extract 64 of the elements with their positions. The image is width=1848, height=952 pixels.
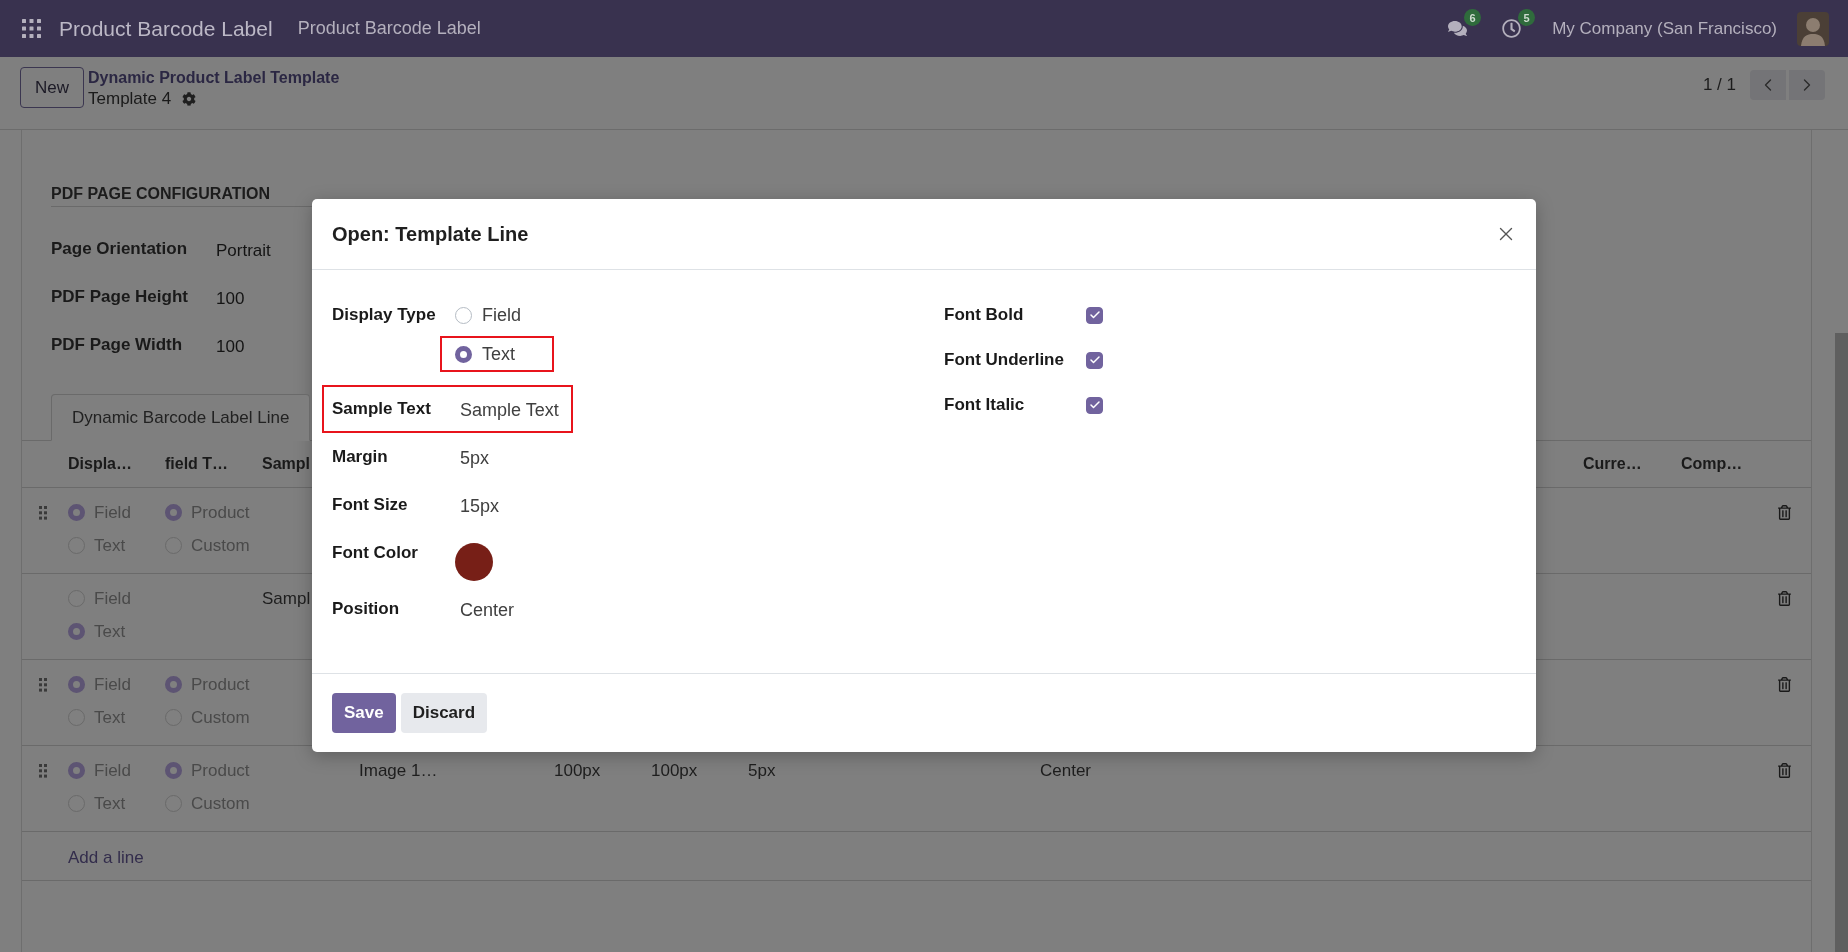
table-cell-text: Center — [1039, 760, 1093, 782]
field-label: Font Italic — [944, 395, 1025, 415]
radio-option[interactable]: Text — [440, 336, 554, 372]
app-name[interactable]: Product Barcode Label — [59, 16, 273, 41]
trash-icon[interactable] — [1778, 505, 1791, 520]
field-value: 100 — [216, 288, 245, 309]
drag-handle-icon[interactable] — [39, 677, 47, 692]
add-line-link[interactable]: Add a line — [68, 844, 144, 868]
settings-icon[interactable] — [182, 91, 197, 106]
check-icon — [1088, 309, 1101, 321]
field-value[interactable]: Sample Text — [455, 387, 559, 431]
nav-menu-item[interactable]: Product Barcode Label — [297, 18, 481, 39]
field-label: Page Orientation — [51, 239, 188, 259]
field-label: Sample Text — [332, 399, 431, 419]
column-header[interactable]: Curre… — [1575, 455, 1673, 473]
breadcrumb-link[interactable]: Dynamic Product Label Template — [88, 67, 340, 88]
field-value[interactable]: 15px — [455, 483, 500, 527]
color-swatch-icon[interactable] — [455, 543, 493, 581]
field-label: Position — [332, 599, 400, 619]
checkbox[interactable] — [1086, 306, 1103, 324]
table-cell-text: 100px — [650, 760, 699, 782]
check-icon — [1088, 354, 1101, 366]
field-label: Font Bold — [944, 305, 1024, 325]
field-value: 100 — [216, 336, 245, 357]
column-header[interactable]: field T… — [157, 455, 254, 473]
trash-icon[interactable] — [1778, 763, 1791, 778]
table-cell-text: 100px — [553, 760, 602, 782]
field-value[interactable]: Center — [455, 587, 515, 631]
checkbox[interactable] — [1086, 396, 1103, 414]
field-label: Font Size — [332, 495, 408, 515]
chat-icon[interactable] — [1448, 19, 1468, 38]
table-cell-text: Image 1… — [358, 760, 439, 782]
discard-button[interactable]: Discard — [400, 693, 488, 733]
field-label: Margin — [332, 447, 388, 467]
clock-icon[interactable] — [1502, 19, 1522, 38]
trash-icon[interactable] — [1778, 677, 1791, 692]
drag-handle-icon[interactable] — [39, 505, 47, 520]
new-button[interactable]: New — [20, 67, 84, 108]
check-icon — [1088, 399, 1101, 411]
table-cell-text: 5px — [747, 760, 777, 782]
drag-handle-icon[interactable] — [39, 763, 47, 778]
column-header[interactable]: Comp… — [1673, 455, 1760, 473]
field-value: Portrait — [216, 240, 271, 261]
apps-menu-icon[interactable] — [22, 19, 41, 38]
pager-value[interactable]: 1 / 1 — [1702, 75, 1736, 95]
column-header[interactable]: Displa… — [60, 455, 157, 473]
company-switcher[interactable]: My Company (San Francisco) — [1552, 18, 1777, 39]
trash-icon[interactable] — [1778, 591, 1791, 606]
checkbox[interactable] — [1086, 351, 1103, 369]
field-label: PDF Page Width — [51, 335, 183, 355]
record-name: Template 4 — [88, 88, 172, 109]
scrollbar-thumb[interactable] — [1835, 333, 1848, 952]
field-label: Font Color — [332, 543, 418, 563]
activity-count-badge: 5 — [1518, 9, 1536, 26]
field-label: Font Underline — [944, 350, 1064, 370]
message-count-badge: 6 — [1464, 9, 1482, 26]
field-label: PDF Page Height — [51, 287, 188, 307]
field-label: Display Type — [332, 305, 436, 325]
tab[interactable]: Dynamic Barcode Label Line — [51, 394, 311, 441]
save-button[interactable]: Save — [332, 693, 396, 733]
field-value[interactable]: 5px — [455, 435, 490, 479]
avatar-icon[interactable] — [1797, 11, 1829, 46]
radio-option[interactable]: Field — [440, 297, 554, 333]
dialog-title: Open: Template Line — [332, 222, 529, 246]
